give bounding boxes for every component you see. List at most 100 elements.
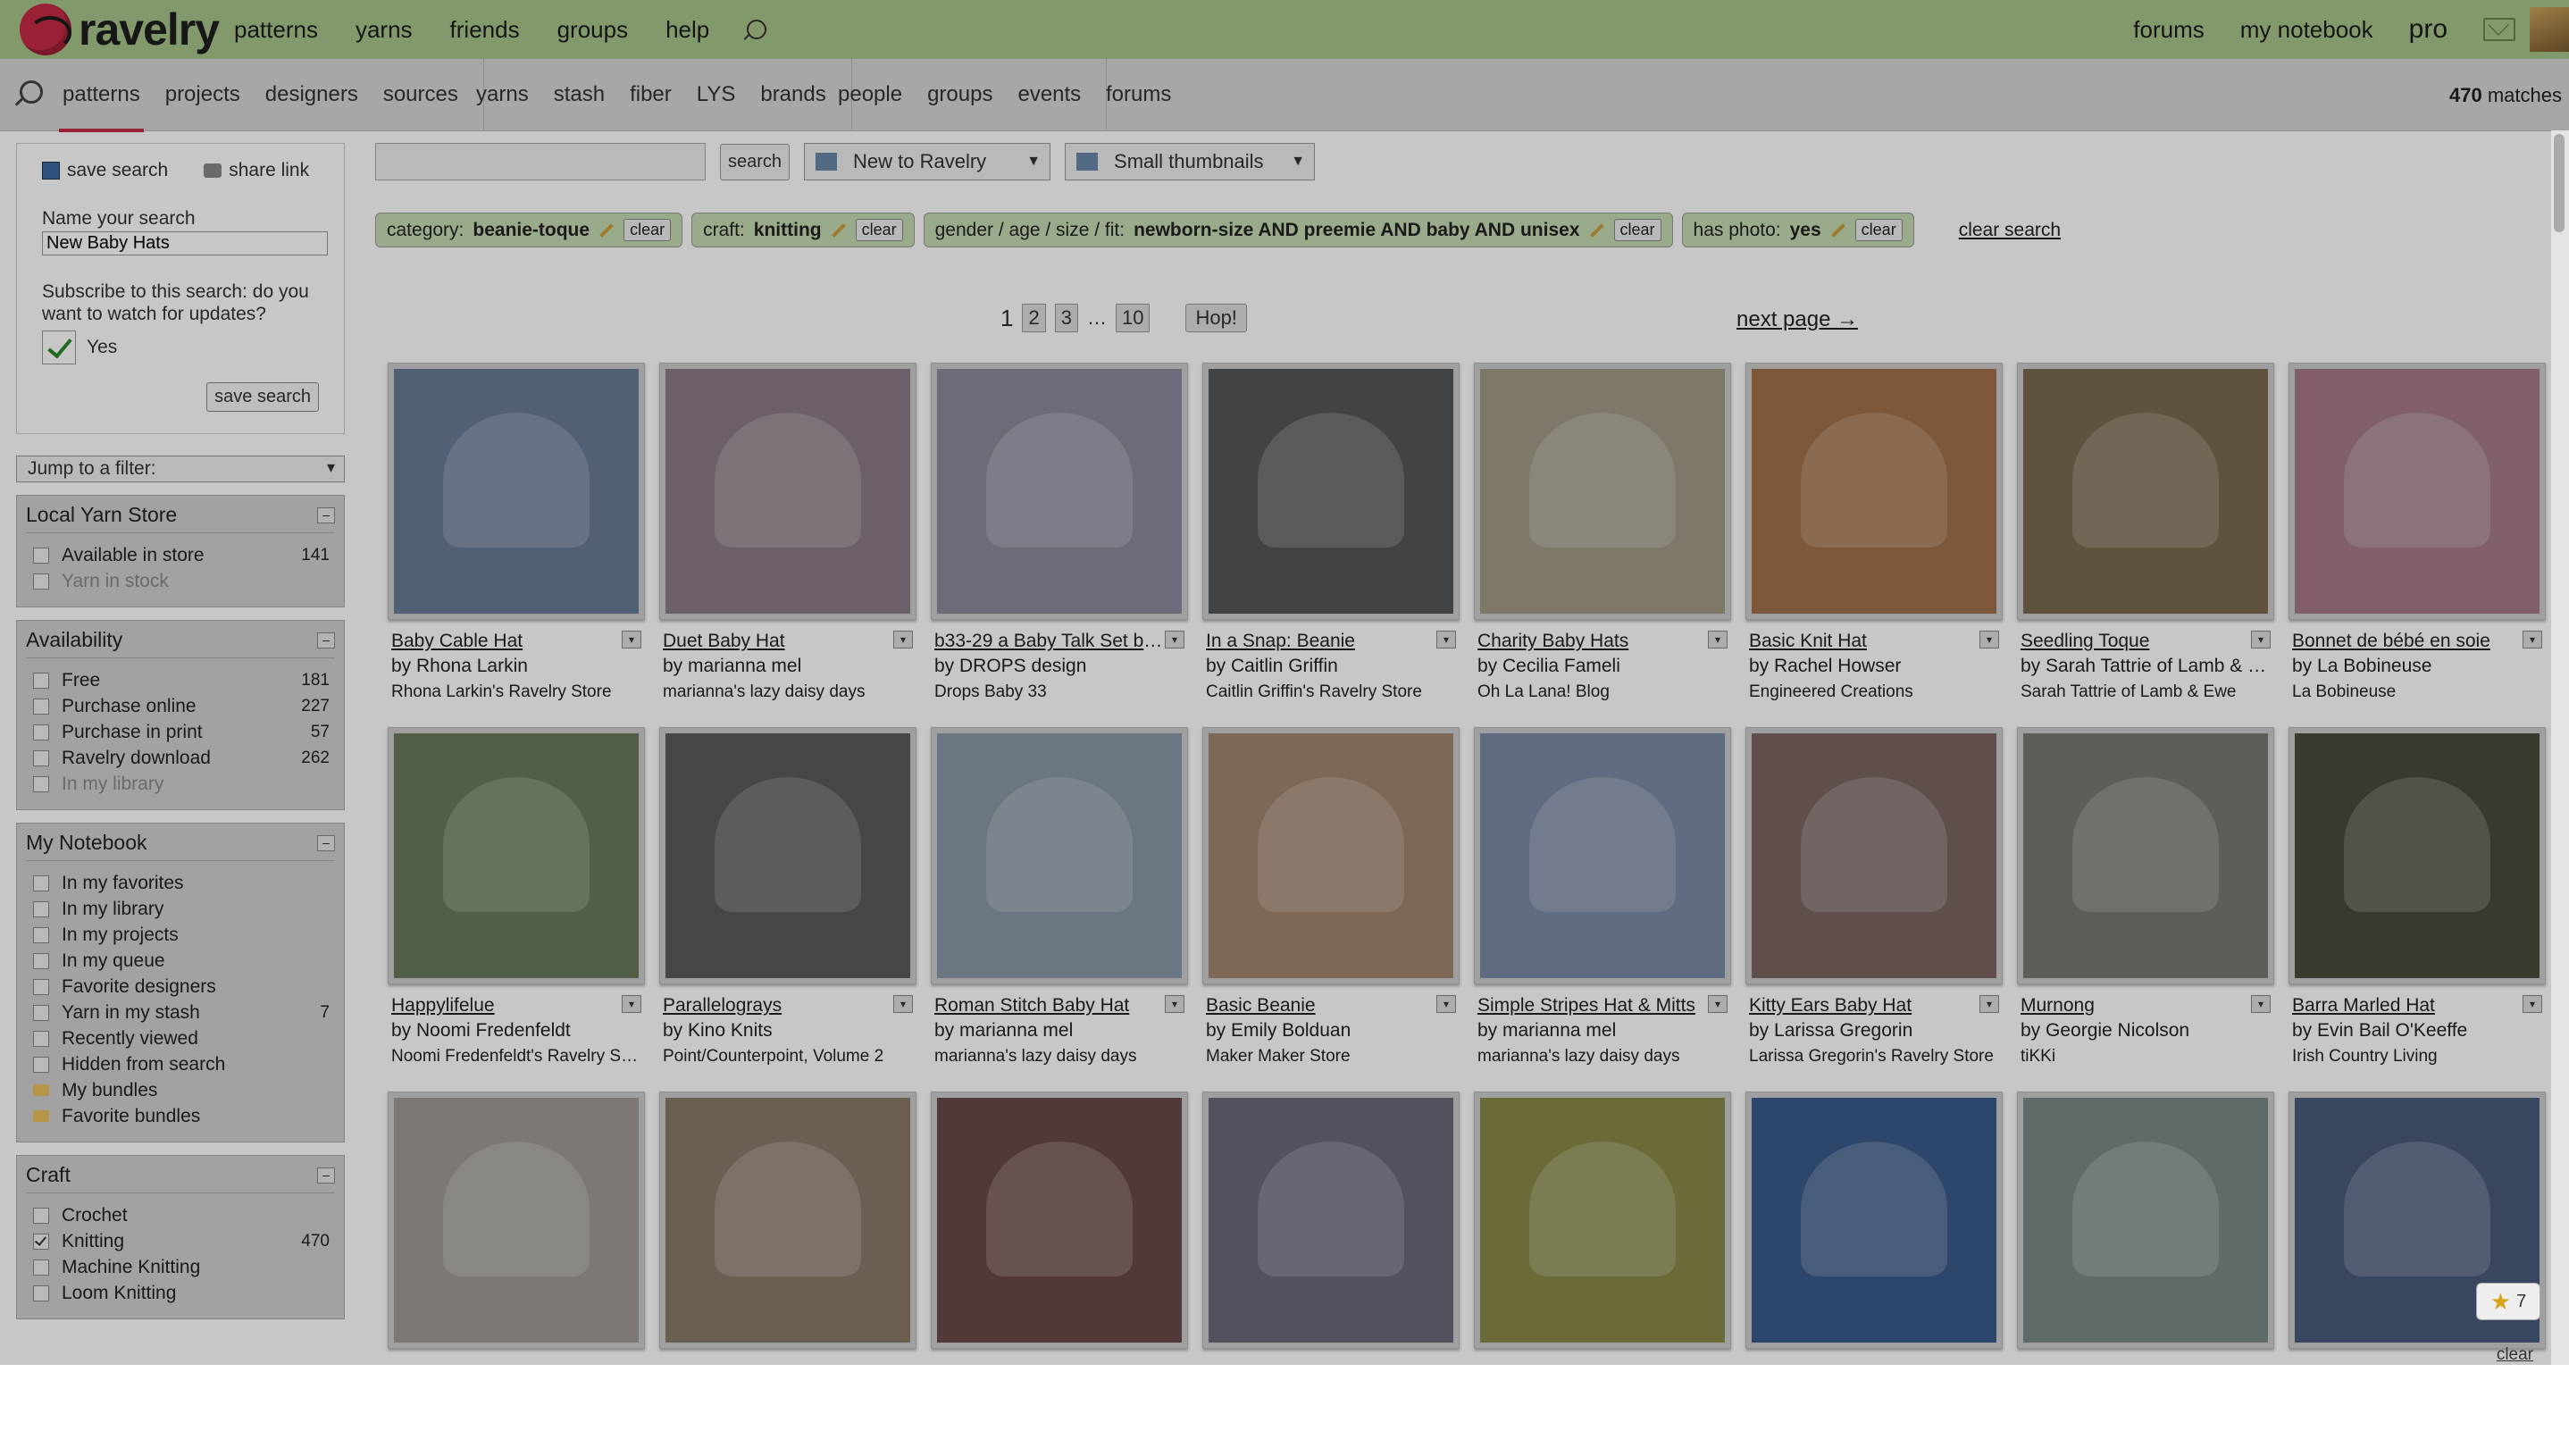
scrollbar[interactable] — [2551, 130, 2569, 1365]
chip-clear-button[interactable]: clear — [623, 219, 672, 241]
pattern-source[interactable]: marianna's lazy daisy days — [663, 682, 913, 702]
checkbox[interactable] — [33, 1004, 49, 1021]
filter-chip-craft[interactable]: craft: knitting clear — [691, 213, 915, 247]
checkbox[interactable] — [33, 547, 49, 564]
pattern-card[interactable]: Happylifelue by Noomi Fredenfeldt Noomi Fr… — [388, 727, 659, 1092]
pattern-thumbnail[interactable] — [1745, 1092, 2003, 1349]
pattern-designer[interactable]: by Larissa Gregorin — [1749, 1020, 1999, 1042]
pattern-card[interactable]: Baby Cable Hat by Rhona Larkin Rhona Larki… — [388, 363, 659, 727]
pattern-source[interactable]: Maker Maker Store — [1206, 1047, 1456, 1067]
filter-option[interactable]: Crochet — [26, 1202, 335, 1228]
subnav-designers[interactable]: designers — [265, 82, 358, 107]
pattern-thumbnail[interactable] — [2017, 363, 2274, 620]
card-menu-dropdown[interactable] — [1979, 631, 1999, 649]
pattern-source[interactable]: Larissa Gregorin's Ravelry Store — [1749, 1047, 1999, 1067]
nav-friends[interactable]: friends — [450, 16, 520, 44]
pattern-card[interactable] — [1474, 1092, 1745, 1456]
card-menu-dropdown[interactable] — [1436, 631, 1456, 649]
filter-option[interactable]: Knitting 470 — [26, 1228, 335, 1254]
pattern-thumbnail[interactable] — [388, 363, 645, 620]
pattern-title-link[interactable]: Seedling Toque — [2021, 631, 2249, 652]
checkbox[interactable] — [33, 724, 49, 741]
pattern-card[interactable]: In a Snap: Beanie by Caitlin Griffin Caitl… — [1202, 363, 1474, 727]
pattern-thumbnail[interactable] — [2017, 1092, 2274, 1349]
nav-patterns[interactable]: patterns — [234, 16, 318, 44]
card-menu-dropdown[interactable] — [1165, 995, 1184, 1013]
card-menu-dropdown[interactable] — [2523, 631, 2542, 649]
pattern-title-link[interactable]: Simple Stripes Hat & Mitts — [1477, 995, 1706, 1017]
search-input[interactable] — [375, 143, 706, 180]
search-icon[interactable] — [743, 20, 767, 40]
checkbox-checked[interactable] — [33, 1233, 49, 1250]
nav-my-notebook[interactable]: my notebook — [2240, 16, 2373, 44]
filter-option[interactable]: Yarn in my stash 7 — [26, 1000, 335, 1025]
filter-chip-category[interactable]: category: beanie-toque clear — [375, 213, 683, 247]
page-link-last[interactable]: 10 — [1115, 304, 1151, 332]
pattern-card[interactable]: Kitty Ears Baby Hat by Larissa Gregorin La… — [1745, 727, 2017, 1092]
pattern-card[interactable] — [2017, 1092, 2289, 1456]
card-menu-dropdown[interactable] — [893, 631, 913, 649]
subnav-lys[interactable]: LYS — [697, 82, 736, 107]
next-page-link[interactable]: next page → — [1736, 307, 1858, 332]
card-menu-dropdown[interactable] — [2251, 631, 2271, 649]
card-menu-dropdown[interactable] — [1979, 995, 1999, 1013]
subnav-events[interactable]: events — [1017, 82, 1081, 107]
pattern-source[interactable]: Point/Counterpoint, Volume 2 — [663, 1047, 913, 1067]
collapse-icon[interactable]: – — [317, 632, 335, 649]
subnav-sources[interactable]: sources — [383, 82, 458, 107]
checkbox[interactable] — [33, 698, 49, 715]
pencil-icon[interactable] — [831, 222, 846, 238]
filter-chip-fit[interactable]: gender / age / size / fit: newborn-size A… — [923, 213, 1673, 247]
pattern-card[interactable]: Bonnet de bébé en soie by La Bobineuse La … — [2289, 363, 2560, 727]
card-menu-dropdown[interactable] — [1708, 995, 1728, 1013]
pattern-card[interactable] — [1202, 1092, 1474, 1456]
filter-option[interactable]: My bundles — [26, 1077, 335, 1103]
pattern-source[interactable]: Irish Country Living — [2292, 1047, 2542, 1067]
pattern-source[interactable]: Engineered Creations — [1749, 682, 1999, 702]
pattern-designer[interactable]: by marianna mel — [1477, 1020, 1728, 1042]
pattern-title-link[interactable]: Bonnet de bébé en soie — [2292, 631, 2521, 652]
filter-option[interactable]: In my favorites — [26, 870, 335, 896]
nav-groups[interactable]: groups — [557, 16, 629, 44]
pattern-designer[interactable]: by Sarah Tattrie of Lamb & Ewe — [2021, 656, 2271, 677]
checkbox[interactable] — [33, 1207, 49, 1224]
filter-option[interactable]: Machine Knitting — [26, 1254, 335, 1280]
hop-select[interactable]: Hop! — [1185, 304, 1247, 332]
pattern-thumbnail[interactable] — [2017, 727, 2274, 984]
filter-option[interactable]: In my library — [26, 896, 335, 922]
chip-clear-button[interactable]: clear — [1854, 219, 1903, 241]
pattern-title-link[interactable]: Barra Marled Hat — [2292, 995, 2521, 1017]
pattern-source[interactable]: Sarah Tattrie of Lamb & Ewe — [2021, 682, 2271, 702]
pattern-title-link[interactable]: Charity Baby Hats — [1477, 631, 1706, 652]
pattern-card[interactable]: Basic Beanie by Emily Bolduan Maker Maker … — [1202, 727, 1474, 1092]
nav-forums[interactable]: forums — [2133, 16, 2204, 44]
filter-option[interactable]: Favorite designers — [26, 974, 335, 1000]
pattern-thumbnail[interactable] — [2289, 363, 2546, 620]
pattern-card[interactable]: Basic Knit Hat by Rachel Howser Engineered… — [1745, 363, 2017, 727]
pattern-source[interactable]: La Bobineuse — [2292, 682, 2542, 702]
pattern-thumbnail[interactable] — [931, 1092, 1188, 1349]
pattern-source[interactable]: Noomi Fredenfeldt's Ravelry Store — [391, 1047, 641, 1067]
pattern-thumbnail[interactable] — [1474, 363, 1731, 620]
pattern-source[interactable]: marianna's lazy daisy days — [1477, 1047, 1728, 1067]
pattern-designer[interactable]: by Kino Knits — [663, 1020, 913, 1042]
pattern-thumbnail[interactable] — [1745, 727, 2003, 984]
pattern-card[interactable]: Duet Baby Hat by marianna mel marianna's l… — [659, 363, 931, 727]
ravelry-logo[interactable]: ravelry — [20, 4, 220, 55]
pattern-designer[interactable]: by Rhona Larkin — [391, 656, 641, 677]
nav-yarns[interactable]: yarns — [356, 16, 413, 44]
pattern-card[interactable]: Roman Stitch Baby Hat by marianna mel mari… — [931, 727, 1202, 1092]
pattern-source[interactable]: Oh La Lana! Blog — [1477, 682, 1728, 702]
pattern-title-link[interactable]: Roman Stitch Baby Hat — [934, 995, 1163, 1017]
pattern-title-link[interactable]: Murnong — [2021, 995, 2249, 1017]
search-name-input[interactable] — [42, 231, 328, 255]
pencil-icon[interactable] — [599, 222, 614, 238]
pattern-designer[interactable]: by Caitlin Griffin — [1206, 656, 1456, 677]
page-link[interactable]: 3 — [1054, 304, 1078, 332]
pattern-designer[interactable]: by La Bobineuse — [2292, 656, 2542, 677]
pattern-thumbnail[interactable] — [1474, 727, 1731, 984]
pattern-card[interactable] — [2289, 1092, 2560, 1456]
pattern-thumbnail[interactable] — [388, 1092, 645, 1349]
checkbox[interactable] — [33, 874, 49, 891]
pattern-thumbnail[interactable] — [931, 363, 1188, 620]
